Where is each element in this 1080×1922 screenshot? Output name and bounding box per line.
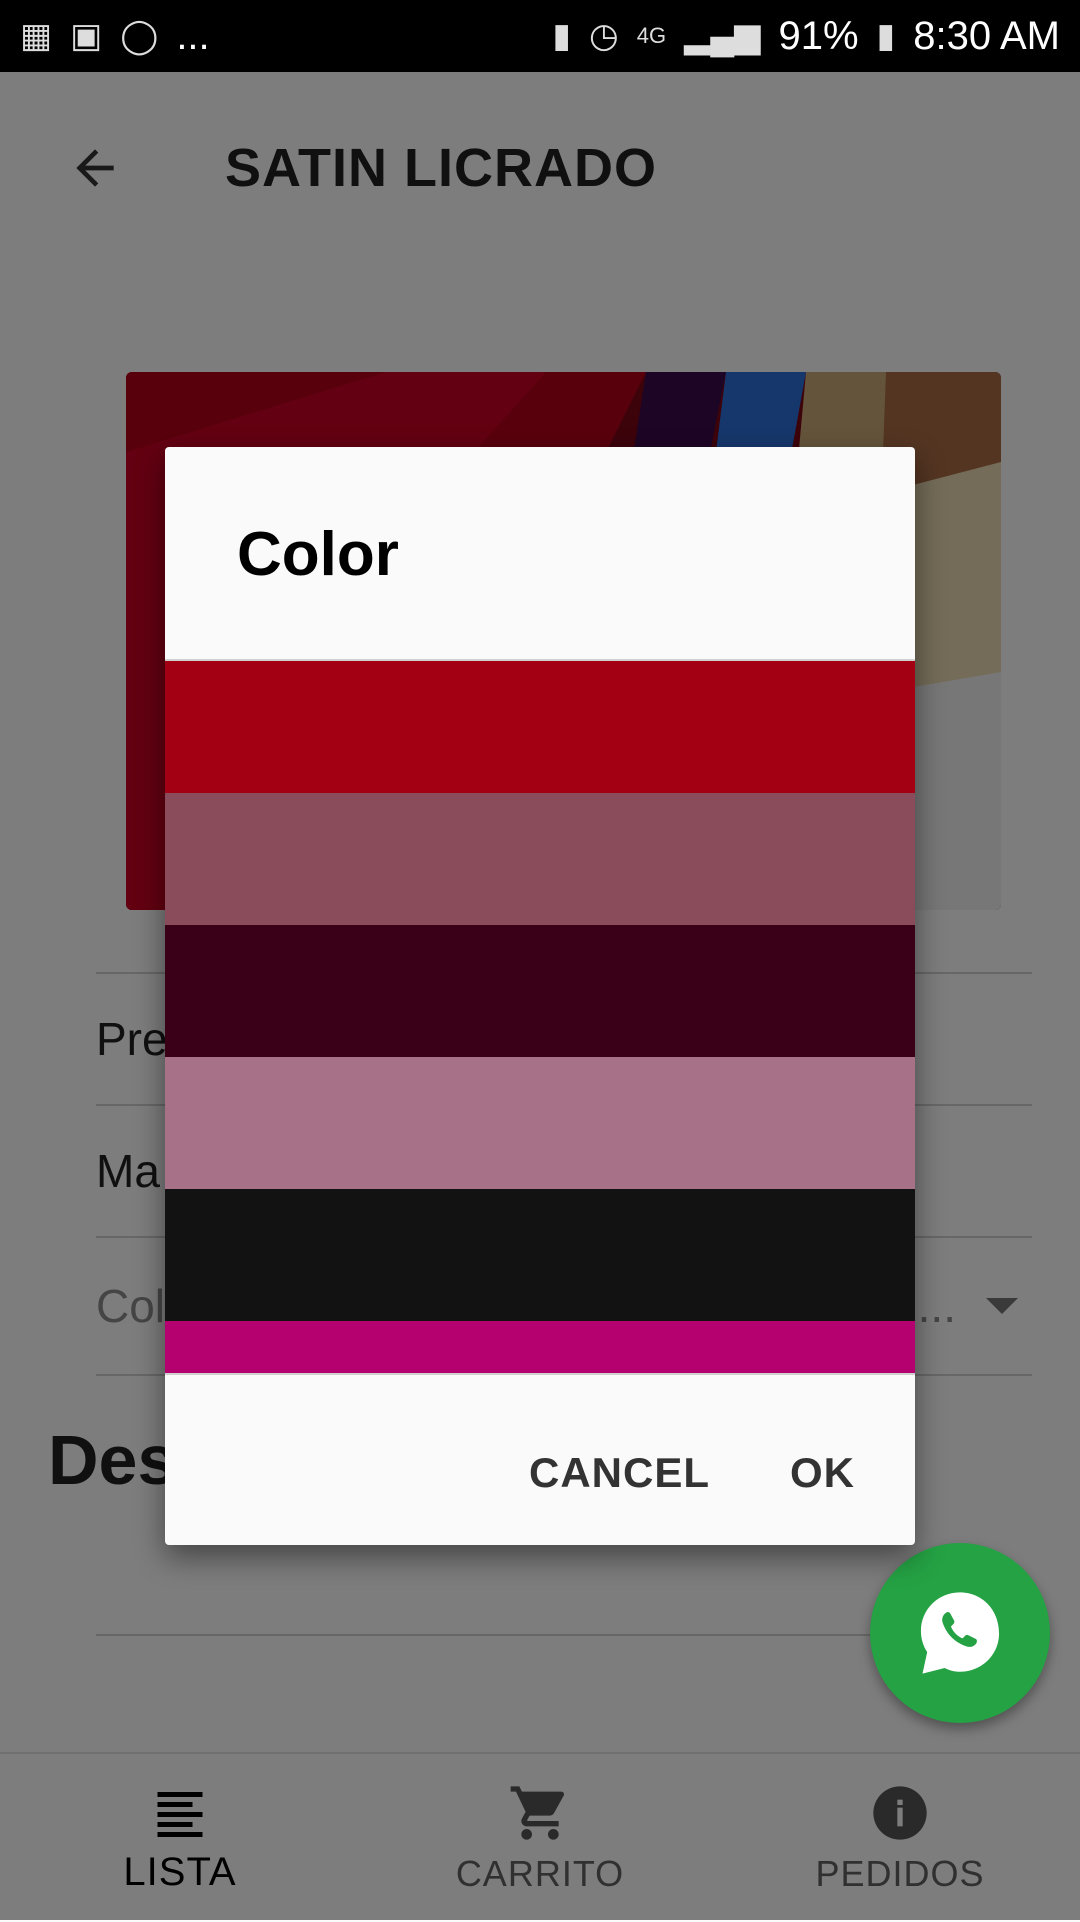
color-swatch-5[interactable] — [165, 1189, 915, 1321]
whatsapp-icon — [920, 1592, 1000, 1674]
ok-button[interactable]: OK — [790, 1449, 855, 1497]
alarm-icon: ◷ — [589, 17, 619, 55]
status-left: ▦ ▣ ◯ ... — [20, 14, 210, 59]
cancel-button[interactable]: CANCEL — [529, 1449, 710, 1497]
color-swatch-list[interactable] — [165, 659, 915, 1375]
whatsapp-fab[interactable] — [870, 1543, 1050, 1723]
battery-saver-icon: ▮ — [552, 17, 572, 55]
color-swatch-3[interactable] — [165, 925, 915, 1057]
dialog-title: Color — [237, 520, 399, 589]
calendar-icon: ▦ — [20, 17, 53, 55]
battery-icon: ▮ — [876, 17, 896, 55]
color-swatch-1[interactable] — [165, 661, 915, 793]
whatsapp-icon: ◯ — [120, 17, 159, 55]
image-icon: ▣ — [70, 17, 103, 55]
color-swatch-4[interactable] — [165, 1057, 915, 1189]
4g-icon: 4G — [636, 23, 667, 48]
status-bar: ▦ ▣ ◯ ... ▮ ◷ 4G ▂▄▆ 91% ▮ 8:30 AM — [0, 0, 1080, 72]
color-dialog: Color CANCEL OK — [165, 447, 915, 1545]
battery-percent: 91% — [778, 13, 859, 58]
color-swatch-2[interactable] — [165, 793, 915, 925]
signal-icon: ▂▄▆ — [684, 17, 761, 55]
dialog-actions: CANCEL OK — [529, 1449, 855, 1497]
status-overflow: ... — [176, 13, 210, 58]
clock: 8:30 AM — [913, 13, 1060, 58]
color-swatch-6[interactable] — [165, 1321, 915, 1373]
status-right: ▮ ◷ 4G ▂▄▆ 91% ▮ 8:30 AM — [552, 14, 1060, 59]
